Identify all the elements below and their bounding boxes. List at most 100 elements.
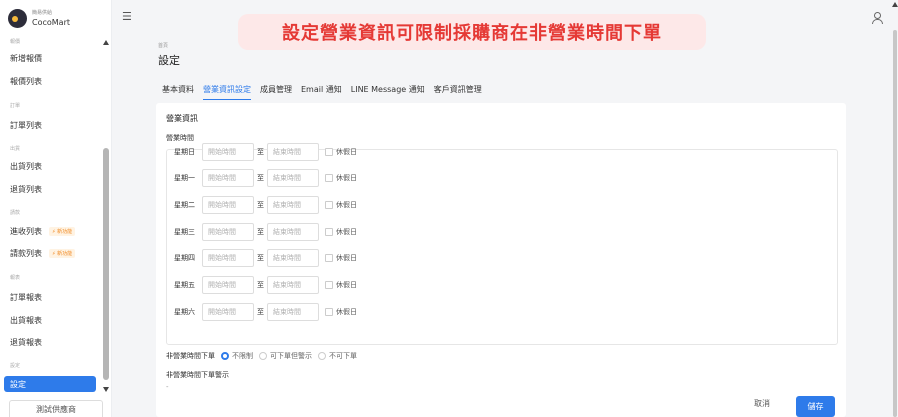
end-time-input[interactable]	[267, 249, 319, 267]
sidebar-item-order-report[interactable]: 訂單報表	[10, 292, 42, 303]
holiday-label[interactable]: 休假日	[336, 280, 357, 290]
holiday-label[interactable]: 休假日	[336, 147, 357, 157]
sidebar-item-receivable-list[interactable]: 進收列表 ⚡ 新功能	[10, 226, 76, 237]
cancel-button[interactable]: 取消	[754, 398, 770, 409]
nav-group-report: 報表	[10, 275, 21, 281]
new-feature-badge: ⚡ 新功能	[49, 249, 76, 258]
to-text: 至	[257, 174, 264, 182]
start-time-input[interactable]	[202, 169, 254, 187]
holiday-label[interactable]: 休假日	[336, 227, 357, 237]
tab-business-info[interactable]: 營業資訊設定	[203, 84, 251, 100]
scroll-down-icon[interactable]	[103, 387, 109, 392]
sidebar-item-label: 訂單報表	[10, 293, 42, 302]
sidebar-item-label: 進收列表	[10, 227, 42, 236]
tab-customer-info[interactable]: 客戶資訊管理	[434, 84, 482, 100]
to-text: 至	[257, 148, 264, 156]
scroll-up-icon[interactable]	[103, 40, 109, 45]
day-label: 星期四	[174, 254, 195, 262]
save-button[interactable]: 儲存	[796, 396, 835, 417]
scroll-thumb[interactable]	[893, 30, 897, 417]
holiday-checkbox[interactable]	[325, 201, 333, 209]
day-row: 星期三 至 休假日	[174, 223, 357, 241]
order-limit-label: 非營業時間下單	[166, 352, 215, 360]
radio-label[interactable]: 不限制	[232, 351, 253, 361]
holiday-label[interactable]: 休假日	[336, 253, 357, 263]
page-scrollbar[interactable]	[892, 0, 898, 417]
nav-group-shipment: 出貨	[10, 146, 21, 152]
tab-basic-info[interactable]: 基本資料	[162, 84, 194, 100]
day-row: 星期一 至 休假日	[174, 169, 357, 187]
day-label: 星期日	[174, 148, 195, 156]
radio-allow-with-warning[interactable]	[259, 352, 267, 360]
breadcrumb[interactable]: 首頁	[158, 42, 168, 49]
sidebar-item-order-list[interactable]: 訂單列表	[10, 120, 42, 131]
tab-members[interactable]: 成員管理	[260, 84, 292, 100]
sidebar: 簡易供給 CocoMart 報價 新增報價 報價列表 訂單 訂單列表 出貨 出貨…	[0, 0, 112, 417]
end-time-input[interactable]	[267, 169, 319, 187]
holiday-checkbox[interactable]	[325, 254, 333, 262]
annotation-banner: 設定營業資訊可限制採購商在非營業時間下單	[238, 14, 706, 50]
tab-line-notify[interactable]: LINE Message 通知	[351, 84, 425, 100]
holiday-checkbox[interactable]	[325, 228, 333, 236]
sidebar-item-quote-list[interactable]: 報價列表	[10, 76, 42, 87]
holiday-checkbox[interactable]	[325, 281, 333, 289]
radio-label[interactable]: 不可下單	[329, 351, 357, 361]
sidebar-item-settings[interactable]: 設定	[4, 376, 96, 392]
holiday-checkbox[interactable]	[325, 174, 333, 182]
sidebar-item-label: 請款列表	[10, 249, 42, 258]
nav-group-settings: 設定	[10, 363, 21, 369]
brand-name: CocoMart	[32, 18, 71, 27]
sidebar-item-new-quote[interactable]: 新增報價	[10, 53, 42, 64]
start-time-input[interactable]	[202, 143, 254, 161]
sidebar-item-label: 出貨列表	[10, 162, 42, 171]
start-time-input[interactable]	[202, 249, 254, 267]
end-time-input[interactable]	[267, 196, 319, 214]
sidebar-item-shipment-report[interactable]: 出貨報表	[10, 315, 42, 326]
sidebar-scrollbar[interactable]	[103, 40, 109, 392]
start-time-input[interactable]	[202, 223, 254, 241]
sidebar-item-label: 退貨報表	[10, 338, 42, 347]
day-row: 星期日 至 休假日	[174, 143, 357, 161]
scroll-up-icon[interactable]	[892, 2, 898, 7]
to-text: 至	[257, 254, 264, 262]
vendor-switch-button[interactable]: 測試供應商	[9, 400, 103, 417]
sidebar-item-return-list[interactable]: 退貨列表	[10, 184, 42, 195]
start-time-input[interactable]	[202, 276, 254, 294]
radio-label[interactable]: 可下單但警示	[270, 351, 312, 361]
tab-email-notify[interactable]: Email 通知	[301, 84, 342, 100]
holiday-label[interactable]: 休假日	[336, 173, 357, 183]
to-text: 至	[257, 201, 264, 209]
nav-group-order: 訂單	[10, 103, 21, 109]
end-time-input[interactable]	[267, 143, 319, 161]
scroll-thumb[interactable]	[103, 148, 109, 380]
sidebar-item-label: 訂單列表	[10, 121, 42, 130]
day-label: 星期五	[174, 281, 195, 289]
sidebar-item-shipment-list[interactable]: 出貨列表	[10, 161, 42, 172]
warning-message-value: -	[166, 383, 169, 391]
radio-disallow[interactable]	[318, 352, 326, 360]
brand[interactable]: 簡易供給 CocoMart	[8, 7, 70, 29]
section-title: 營業資訊	[166, 114, 198, 123]
end-time-input[interactable]	[267, 223, 319, 241]
sidebar-item-label: 報價列表	[10, 77, 42, 86]
page-title: 設定	[158, 54, 180, 67]
end-time-input[interactable]	[267, 276, 319, 294]
start-time-input[interactable]	[202, 303, 254, 321]
order-limit-group: 非營業時間下單 不限制 可下單但警示 不可下單	[166, 351, 357, 361]
sidebar-item-billing-list[interactable]: 請款列表 ⚡ 新功能	[10, 248, 76, 259]
user-icon[interactable]	[872, 12, 883, 24]
holiday-checkbox[interactable]	[325, 148, 333, 156]
to-text: 至	[257, 281, 264, 289]
end-time-input[interactable]	[267, 303, 319, 321]
new-feature-badge: ⚡ 新功能	[49, 227, 76, 236]
holiday-label[interactable]: 休假日	[336, 200, 357, 210]
holiday-checkbox[interactable]	[325, 308, 333, 316]
settings-card: 營業資訊 營業時間 非營業時間下單 不限制 可下單但警示 不可下單 非營業時間下…	[156, 103, 846, 417]
start-time-input[interactable]	[202, 196, 254, 214]
menu-toggle-icon[interactable]: ☰	[122, 11, 132, 22]
settings-tabs: 基本資料 營業資訊設定 成員管理 Email 通知 LINE Message 通…	[162, 84, 491, 100]
day-label: 星期二	[174, 201, 195, 209]
holiday-label[interactable]: 休假日	[336, 307, 357, 317]
radio-no-limit[interactable]	[221, 352, 229, 360]
sidebar-item-return-report[interactable]: 退貨報表	[10, 337, 42, 348]
